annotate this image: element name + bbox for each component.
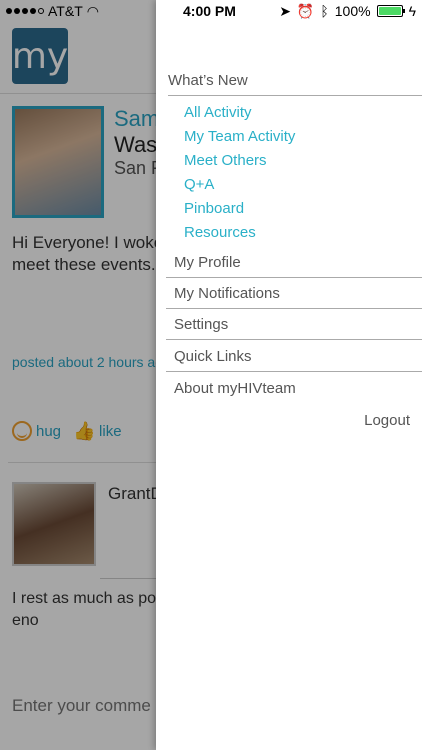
location-icon: ➤ xyxy=(279,2,291,19)
menu-item-my-team-activity[interactable]: My Team Activity xyxy=(184,128,295,145)
menu-item-meet-others[interactable]: Meet Others xyxy=(184,152,267,169)
logout-button[interactable]: Logout xyxy=(364,412,410,429)
side-menu-drawer: What’s New All Activity My Team Activity… xyxy=(156,0,422,750)
menu-section-whats-new: What’s New xyxy=(168,72,422,96)
menu-item-pinboard[interactable]: Pinboard xyxy=(184,200,244,217)
alarm-icon: ⏰ xyxy=(296,2,315,19)
signal-strength-icon xyxy=(6,8,44,14)
battery-percent: 100% xyxy=(334,3,371,19)
status-time: 4:00 PM xyxy=(183,3,236,19)
battery-icon xyxy=(376,5,405,17)
charging-icon: ϟ xyxy=(408,3,416,19)
menu-item-resources[interactable]: Resources xyxy=(184,224,256,241)
menu-item-my-notifications[interactable]: My Notifications xyxy=(166,285,422,309)
wifi-icon: ◠ xyxy=(86,2,99,19)
menu-item-my-profile[interactable]: My Profile xyxy=(166,254,422,278)
carrier-label: AT&T xyxy=(48,3,83,19)
bluetooth-icon: ᛒ xyxy=(320,3,329,19)
status-bar: AT&T ◠ 4:00 PM ➤ ⏰ ᛒ 100% ϟ xyxy=(0,0,422,22)
menu-item-qa[interactable]: Q+A xyxy=(184,176,214,193)
menu-item-all-activity[interactable]: All Activity xyxy=(184,104,252,121)
menu-item-settings[interactable]: Settings xyxy=(166,316,422,340)
menu-item-about[interactable]: About myHIVteam xyxy=(166,380,422,403)
menu-item-quick-links[interactable]: Quick Links xyxy=(166,348,422,372)
